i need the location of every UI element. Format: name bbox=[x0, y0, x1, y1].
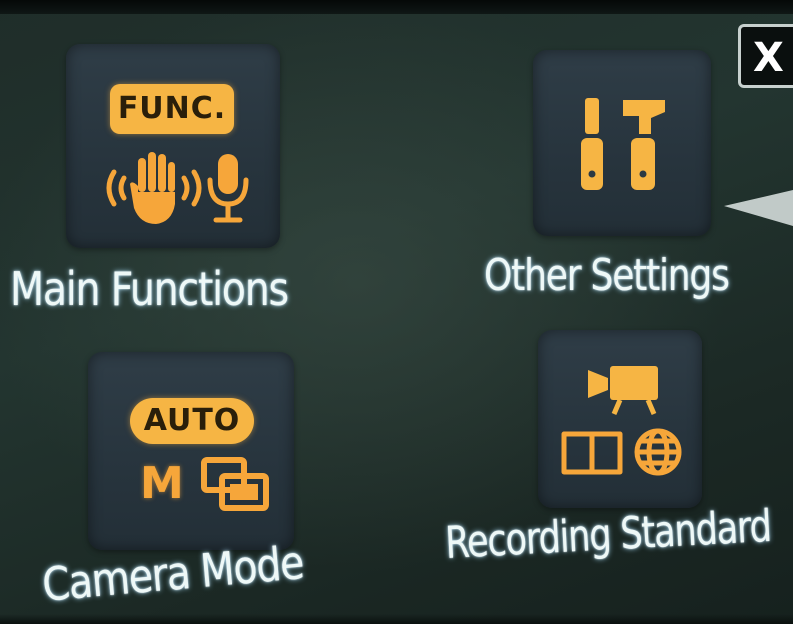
recording-standard-label: Recording Standard bbox=[444, 500, 773, 569]
book-globe-icon bbox=[561, 428, 682, 476]
main-functions-label: Main Functions bbox=[10, 262, 289, 316]
close-icon: X bbox=[753, 35, 784, 81]
camcorder-icon bbox=[588, 366, 658, 415]
wrench-hammer-icon bbox=[581, 98, 665, 190]
main-functions-tile[interactable]: FUNC. bbox=[66, 44, 280, 248]
other-settings-label: Other Settings bbox=[484, 250, 730, 301]
manual-mode-letter: M bbox=[140, 458, 184, 509]
page-pointer-arrow-icon bbox=[724, 190, 793, 226]
other-settings-tile[interactable] bbox=[533, 50, 711, 236]
close-button[interactable]: X bbox=[738, 24, 793, 88]
scene-mode-icon bbox=[201, 457, 269, 511]
screen-bezel-top bbox=[0, 0, 793, 14]
camera-menu-screen: FUNC. Main Functions Other Settings AUTO… bbox=[0, 0, 793, 624]
auto-badge: AUTO bbox=[130, 398, 254, 444]
func-badge: FUNC. bbox=[110, 84, 234, 134]
camera-mode-label: Camera Mode bbox=[40, 535, 306, 612]
gesture-mic-icon bbox=[106, 152, 249, 224]
screen-bezel-bottom bbox=[0, 614, 793, 624]
camera-mode-tile[interactable]: AUTO M bbox=[88, 352, 294, 550]
recording-standard-tile[interactable] bbox=[538, 330, 702, 508]
